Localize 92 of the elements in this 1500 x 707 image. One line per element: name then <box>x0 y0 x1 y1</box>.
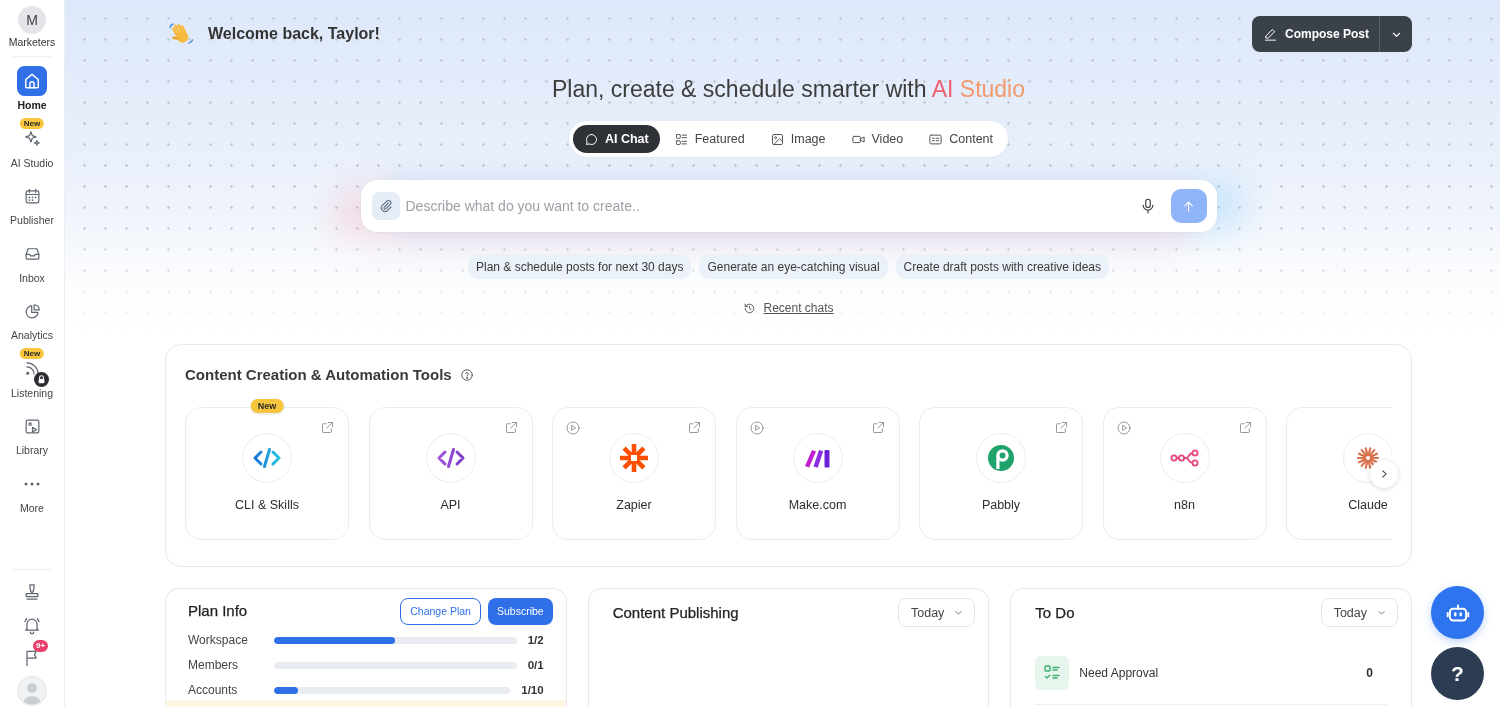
sidebar-item[interactable]: New Listening <box>1 347 63 400</box>
tool-name: Pabbly <box>981 497 1021 513</box>
compose-post-button[interactable]: Compose Post <box>1252 16 1379 52</box>
period-dropdown[interactable]: Today <box>1320 598 1398 627</box>
suggestion-chip[interactable]: Plan & schedule posts for next 30 days <box>468 254 692 279</box>
attach-button[interactable] <box>371 192 400 220</box>
chat-bubble-icon <box>583 131 599 147</box>
todo-count: 0 <box>1366 666 1373 680</box>
scroll-next-button[interactable] <box>1370 460 1398 488</box>
tool-card[interactable]: Claude <box>1286 407 1392 540</box>
node-graph-icon <box>1159 433 1210 483</box>
mode-tab[interactable]: Image <box>758 125 837 153</box>
external-link-icon[interactable] <box>320 420 335 435</box>
assistant-button[interactable] <box>1431 586 1484 639</box>
list-layout-icon <box>673 131 689 147</box>
tool-name: CLI & Skills <box>235 497 299 513</box>
image-icon <box>769 131 785 147</box>
mode-tab[interactable]: Content <box>917 125 1005 153</box>
external-link-icon[interactable] <box>1054 420 1069 435</box>
suggestion-chip[interactable]: Create draft posts with creative ideas <box>895 254 1109 279</box>
more-icon <box>24 481 40 486</box>
play-icon[interactable] <box>1115 420 1132 436</box>
sidebar-item[interactable]: More <box>1 462 63 515</box>
compose-options-button[interactable] <box>1379 16 1412 52</box>
tool-card[interactable]: API <box>368 407 533 540</box>
checklist-icon <box>1035 656 1070 690</box>
sidebar-item[interactable]: Library <box>1 405 63 457</box>
usage-label: Accounts <box>188 683 239 697</box>
period-dropdown[interactable]: Today <box>898 598 976 627</box>
hero-title: Plan, create & schedule smarter with AI Studio <box>552 75 1025 104</box>
plan-button[interactable]: Subscribe <box>487 597 553 625</box>
slanted-bars-icon <box>792 433 843 483</box>
notification-badge: 9+ <box>33 640 49 652</box>
tool-name: Claude <box>1348 497 1388 513</box>
tool-name: Make.com <box>788 497 847 513</box>
code-brackets-icon <box>425 433 476 483</box>
card-title: Content Publishing <box>612 602 740 623</box>
tool-card[interactable]: Make.com <box>735 407 900 540</box>
tool-name: n8n <box>1174 497 1195 513</box>
suggestion-chip[interactable]: Generate an eye-catching visual <box>699 254 888 279</box>
usage-label: Members <box>188 658 239 672</box>
usage-count: 1/2 <box>527 634 544 646</box>
workspace-name: Marketers <box>8 36 56 49</box>
play-icon[interactable] <box>565 420 581 436</box>
tool-name: API <box>440 497 461 513</box>
history-icon <box>743 301 757 315</box>
p-logo-icon <box>976 433 1026 483</box>
pencil-icon <box>1263 26 1278 42</box>
card-title: To Do <box>1035 602 1076 623</box>
workspace-avatar[interactable]: M <box>18 6 46 34</box>
mode-tab[interactable]: Featured <box>662 125 756 153</box>
tool-name: Zapier <box>616 497 652 513</box>
card-title: Plan Info <box>188 601 249 621</box>
section-title: Content Creation & Automation Tools <box>185 365 452 385</box>
usage-count: 1/10 <box>521 684 544 696</box>
tool-card[interactable]: Pabbly <box>919 407 1083 540</box>
help-icon <box>459 368 474 382</box>
external-link-icon[interactable] <box>687 420 702 435</box>
todo-label: Need Approval <box>1079 666 1159 680</box>
arrow-up-icon <box>1181 198 1196 214</box>
play-icon[interactable] <box>748 420 765 436</box>
tool-card[interactable]: n8n <box>1102 407 1267 540</box>
user-avatar[interactable] <box>17 676 47 706</box>
sparkles-icon <box>22 129 42 148</box>
text-card-icon <box>928 131 944 147</box>
bell-icon[interactable] <box>22 615 42 635</box>
greeting: Welcome back, Taylor! <box>208 25 380 43</box>
prompt-field[interactable]: Describe what do you want to create.. <box>360 180 1217 232</box>
sidebar-item[interactable]: Analytics <box>1 290 63 342</box>
usage-label: Workspace <box>188 633 249 647</box>
prompt-input[interactable]: Describe what do you want to create.. <box>405 196 1129 216</box>
new-badge: New <box>19 117 45 129</box>
plan-button[interactable]: Change Plan <box>400 597 481 625</box>
external-link-icon[interactable] <box>870 420 886 435</box>
asterisk-icon <box>609 433 659 483</box>
sidebar-item[interactable]: Home <box>1 60 63 112</box>
help-button[interactable]: ? <box>1431 647 1484 700</box>
waving-hand-icon <box>168 21 194 47</box>
mode-tab[interactable]: AI Chat <box>572 125 660 153</box>
recent-chats-link[interactable]: Recent chats <box>743 300 834 316</box>
home-icon <box>17 66 47 96</box>
usage-count: 0/1 <box>527 659 544 671</box>
sidebar-item[interactable]: Publisher <box>1 175 63 227</box>
sidebar-item[interactable]: Inbox <box>1 232 63 285</box>
tool-card[interactable]: Zapier <box>552 407 716 540</box>
new-badge: New <box>19 347 45 359</box>
new-badge: New <box>250 399 284 413</box>
mode-tab[interactable]: Video <box>839 125 915 153</box>
external-link-icon[interactable] <box>503 420 519 435</box>
sidebar-item[interactable]: New AI Studio <box>1 117 63 170</box>
code-brackets-icon <box>242 433 292 483</box>
external-link-icon[interactable] <box>1237 420 1253 435</box>
